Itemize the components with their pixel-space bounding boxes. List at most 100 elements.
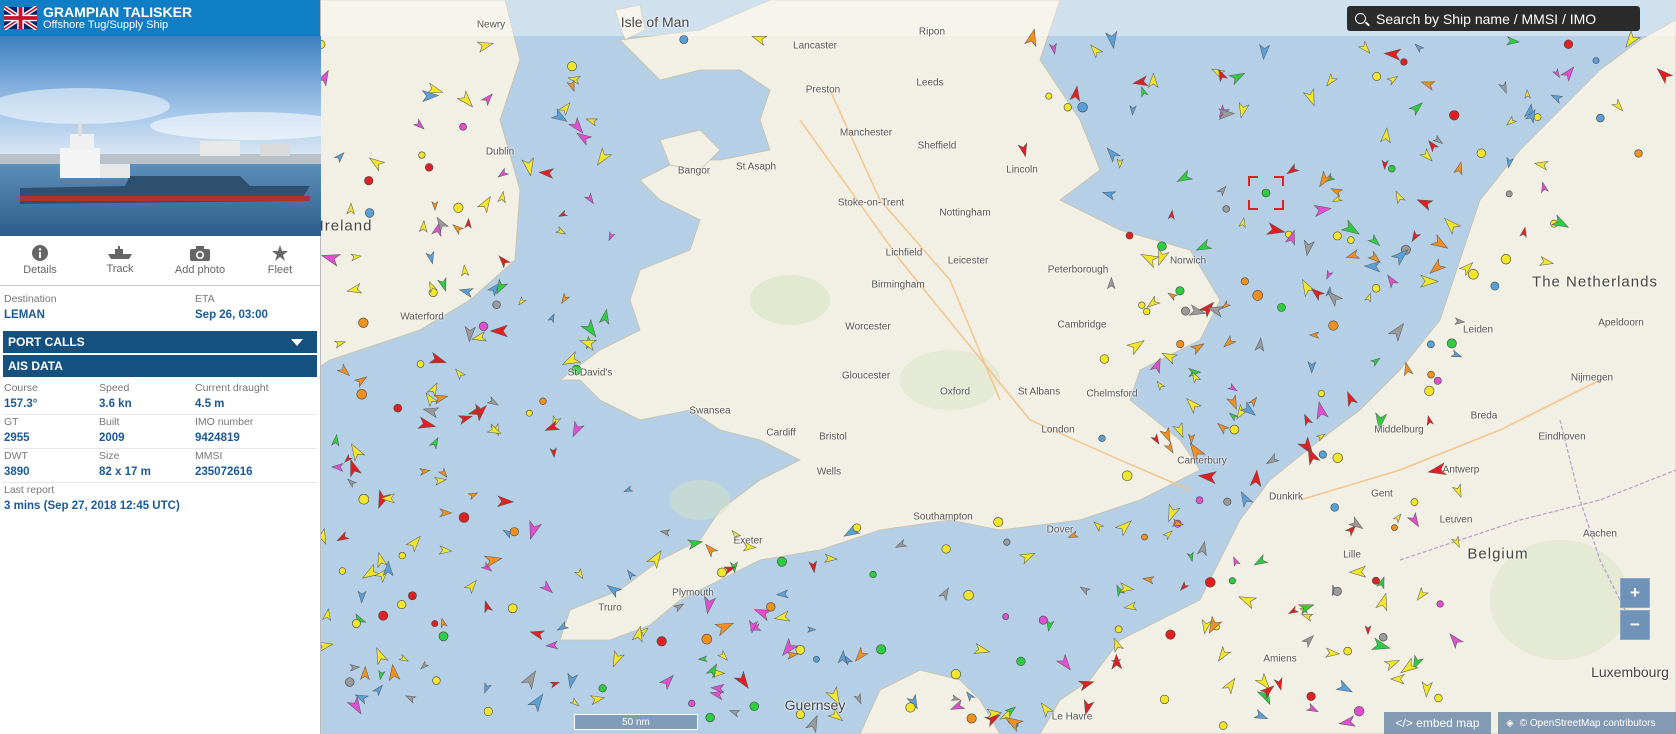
- ship-marker[interactable]: [356, 389, 367, 400]
- ship-marker[interactable]: [418, 151, 426, 159]
- ship-marker[interactable]: [1343, 646, 1352, 656]
- ship-marker[interactable]: [1332, 231, 1342, 241]
- ship-marker[interactable]: [963, 590, 974, 601]
- ship-marker[interactable]: [950, 669, 961, 680]
- ship-marker[interactable]: [1121, 470, 1133, 482]
- ship-marker[interactable]: [1446, 338, 1457, 349]
- ship-marker[interactable]: [813, 655, 820, 663]
- ship-marker[interactable]: [1500, 254, 1512, 265]
- ship-marker[interactable]: [1252, 290, 1264, 301]
- ship-marker[interactable]: [1391, 524, 1398, 531]
- ship-marker[interactable]: [795, 645, 806, 655]
- track-button[interactable]: Track: [80, 236, 160, 285]
- ship-marker[interactable]: [453, 202, 464, 213]
- ship-marker[interactable]: [1141, 533, 1148, 541]
- ship-marker[interactable]: [1045, 92, 1053, 100]
- ship-marker[interactable]: [432, 676, 441, 685]
- ship-marker[interactable]: [749, 701, 759, 712]
- ship-marker[interactable]: [1125, 231, 1134, 240]
- ship-marker[interactable]: [1038, 615, 1048, 625]
- ship-marker[interactable]: [1114, 625, 1123, 634]
- add-photo-button[interactable]: Add photo: [160, 236, 240, 285]
- ship-marker[interactable]: [852, 523, 862, 532]
- ship-marker[interactable]: [398, 551, 406, 560]
- ship-marker[interactable]: [1218, 721, 1228, 730]
- ship-marker[interactable]: [941, 544, 951, 554]
- ship-marker[interactable]: [1476, 148, 1486, 158]
- ship-marker[interactable]: [1424, 385, 1435, 397]
- ship-marker[interactable]: [679, 35, 689, 45]
- ship-marker[interactable]: [1490, 281, 1500, 291]
- ship-marker[interactable]: [1228, 577, 1236, 585]
- ship-marker[interactable]: [1306, 691, 1316, 701]
- ship-marker[interactable]: [416, 360, 425, 368]
- ship-marker[interactable]: [1077, 102, 1088, 113]
- ship-marker[interactable]: [458, 512, 470, 523]
- ship-marker[interactable]: [1330, 503, 1339, 512]
- ship-marker[interactable]: [567, 61, 577, 72]
- ship-marker[interactable]: [1003, 538, 1011, 546]
- ship-marker[interactable]: [1002, 613, 1010, 620]
- ship-marker[interactable]: [358, 493, 370, 505]
- ship-marker[interactable]: [338, 567, 347, 575]
- ship-marker[interactable]: [539, 397, 547, 405]
- ship-marker[interactable]: [507, 603, 518, 614]
- ship-marker[interactable]: [483, 706, 493, 716]
- ship-marker[interactable]: [1596, 113, 1605, 123]
- ais-data-section[interactable]: AIS DATA: [3, 355, 317, 377]
- ship-marker[interactable]: [1176, 340, 1185, 349]
- ship-marker[interactable]: [408, 591, 417, 601]
- ship-marker[interactable]: [1347, 236, 1355, 244]
- ship-marker[interactable]: [1175, 286, 1185, 296]
- ship-marker[interactable]: [688, 699, 696, 708]
- ship-marker[interactable]: [966, 713, 977, 724]
- ship-marker[interactable]: [717, 567, 727, 578]
- ship-marker[interactable]: [1240, 277, 1249, 286]
- ship-marker[interactable]: [1223, 497, 1232, 506]
- ship-marker[interactable]: [1433, 376, 1442, 385]
- ship-marker[interactable]: [1063, 103, 1072, 112]
- ship-marker[interactable]: [598, 684, 607, 693]
- ship-marker[interactable]: [1229, 424, 1240, 435]
- ship-marker[interactable]: [1328, 320, 1339, 331]
- zoom-in-button[interactable]: +: [1620, 578, 1650, 608]
- fleet-button[interactable]: Fleet: [240, 236, 320, 285]
- ship-marker[interactable]: [1378, 632, 1388, 642]
- ship-marker[interactable]: [1157, 241, 1167, 251]
- ship-marker[interactable]: [1195, 496, 1204, 505]
- ship-marker[interactable]: [905, 702, 916, 713]
- ship-marker[interactable]: [378, 610, 389, 621]
- ship-marker[interactable]: [1388, 164, 1396, 173]
- ship-marker[interactable]: [424, 163, 434, 172]
- ship-marker[interactable]: [1410, 498, 1419, 507]
- ship-marker[interactable]: [1317, 389, 1325, 398]
- ship-marker[interactable]: [1427, 370, 1435, 379]
- ship-marker[interactable]: [1016, 656, 1026, 666]
- ship-marker[interactable]: [656, 636, 667, 647]
- ship-marker[interactable]: [1332, 586, 1342, 596]
- ship-marker[interactable]: [1505, 190, 1513, 198]
- ship-marker[interactable]: [525, 409, 533, 417]
- map-attribution[interactable]: ◈ © OpenStreetMap contributors: [1498, 712, 1676, 734]
- ship-marker[interactable]: [1400, 58, 1408, 66]
- ship-marker[interactable]: [1138, 301, 1146, 309]
- ship-marker[interactable]: [345, 677, 355, 687]
- ship-marker[interactable]: [1098, 434, 1106, 442]
- zoom-out-button[interactable]: −: [1620, 610, 1650, 640]
- ship-marker[interactable]: [1372, 576, 1380, 585]
- embed-map-button[interactable]: </> embed map: [1384, 712, 1491, 734]
- ship-marker[interactable]: [993, 517, 1004, 527]
- ship-marker[interactable]: [1372, 72, 1382, 81]
- ship-marker[interactable]: [1434, 693, 1443, 703]
- ship-marker[interactable]: [1222, 205, 1230, 213]
- ship-marker[interactable]: [876, 644, 887, 655]
- ship-marker[interactable]: [1159, 694, 1170, 705]
- ship-marker[interactable]: [766, 602, 776, 612]
- layers-icon[interactable]: ◈: [1506, 718, 1514, 729]
- ship-marker[interactable]: [492, 300, 501, 309]
- ship-marker[interactable]: [869, 570, 877, 579]
- ship-marker[interactable]: [1592, 57, 1600, 64]
- ship-marker[interactable]: [1468, 269, 1479, 280]
- selected-ship-marker[interactable]: [1248, 176, 1284, 210]
- ship-marker[interactable]: [358, 317, 369, 328]
